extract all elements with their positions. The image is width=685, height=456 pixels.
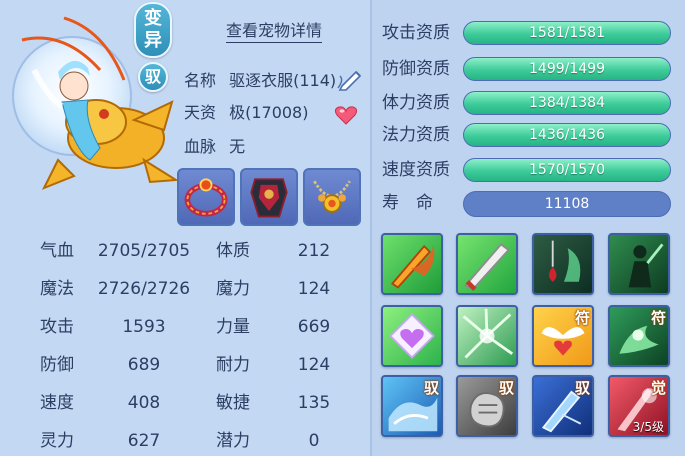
quality-value-attack: 1581/1581 — [529, 25, 605, 41]
stat-value-mp: 2726/2726 — [97, 279, 191, 299]
ring-icon — [184, 178, 228, 217]
stat-label-spirit: 灵力 — [40, 431, 74, 451]
heart-icon[interactable] — [334, 104, 358, 126]
name-value: 驱逐衣服(114) — [229, 71, 337, 90]
life-label: 寿 命 — [382, 193, 433, 213]
skill-slot-5[interactable] — [381, 305, 443, 367]
quality-bar-magic: 1436/1436 — [463, 123, 671, 147]
shadow-warrior-icon — [628, 243, 664, 288]
equip-slot-1[interactable] — [177, 168, 235, 226]
name-label: 名称 — [184, 71, 217, 90]
stat-label-magic: 魔力 — [216, 279, 250, 299]
stat-label-strength: 力量 — [216, 317, 250, 337]
edit-name-icon[interactable] — [336, 66, 366, 92]
pet-talent-row: 天资 极(17008) — [184, 102, 308, 124]
stat-label-attack: 攻击 — [40, 317, 74, 337]
skill-slot-1[interactable] — [381, 233, 443, 295]
panel-divider — [370, 0, 372, 456]
talent-value: 极(17008) — [229, 103, 309, 122]
skill-slot-9[interactable]: 驭 — [381, 375, 443, 437]
heart-shield-icon — [389, 313, 435, 359]
pet-name-row: 名称 驱逐衣服(114) — [184, 70, 336, 92]
stat-label-hp: 气血 — [40, 241, 74, 261]
quality-label-defense: 防御资质 — [382, 59, 450, 79]
skill-slot-3[interactable] — [532, 233, 594, 295]
equip-slot-3[interactable] — [303, 168, 361, 226]
skill-tag: 驭 — [574, 379, 590, 397]
stat-label-potential: 潜力 — [216, 431, 250, 451]
sword-slash-icon — [463, 243, 510, 291]
quality-value-defense: 1499/1499 — [529, 61, 605, 77]
skill-slot-7[interactable]: 符 — [532, 305, 594, 367]
stat-value-strength: 669 — [297, 317, 331, 337]
quality-label-stamina: 体力资质 — [382, 93, 450, 113]
stat-label-constitution: 体质 — [216, 241, 250, 261]
skill-slot-10[interactable]: 驭 — [456, 375, 518, 437]
stat-value-magic: 124 — [297, 279, 331, 299]
green-burst-icon — [462, 308, 514, 359]
skill-slot-4[interactable] — [608, 233, 670, 295]
quality-bar-defense: 1499/1499 — [463, 57, 671, 81]
skill-slot-6[interactable] — [456, 305, 518, 367]
skill-slot-11[interactable]: 驭 — [532, 375, 594, 437]
stat-value-potential: 0 — [308, 431, 320, 451]
stat-value-spirit: 627 — [127, 431, 161, 451]
armor-icon — [250, 178, 288, 218]
quality-value-speed: 1570/1570 — [529, 162, 605, 178]
stat-value-attack: 1593 — [122, 317, 166, 337]
skill-slot-2[interactable] — [456, 233, 518, 295]
stat-label-endurance: 耐力 — [216, 355, 250, 375]
blood-value: 无 — [229, 137, 246, 156]
stat-label-mp: 魔法 — [40, 279, 74, 299]
variant-badge: 变异 — [134, 2, 172, 58]
skill-tag: 驭 — [423, 379, 439, 397]
stat-label-agility: 敏捷 — [216, 393, 250, 413]
view-pet-details-link[interactable]: 查看宠物详情 — [226, 20, 323, 43]
quality-value-stamina: 1384/1384 — [529, 95, 605, 111]
skill-slot-12[interactable]: 觉 3/5级 — [608, 375, 670, 437]
skill-tag: 符 — [574, 309, 590, 327]
skill-tag: 觉 — [650, 379, 666, 397]
life-value: 11108 — [463, 191, 671, 217]
skill-level: 3/5级 — [632, 420, 664, 434]
stat-value-defense: 689 — [127, 355, 161, 375]
skill-slot-8[interactable]: 符 — [608, 305, 670, 367]
quality-bar-stamina: 1384/1384 — [463, 91, 671, 115]
stat-value-agility: 135 — [297, 393, 331, 413]
skill-tag: 驭 — [498, 379, 514, 397]
blood-drop-icon — [548, 240, 581, 282]
stat-label-defense: 防御 — [40, 355, 74, 375]
pet-blood-row: 血脉 无 — [184, 136, 245, 158]
quality-label-magic: 法力资质 — [382, 125, 450, 145]
stat-value-constitution: 212 — [297, 241, 331, 261]
equip-slot-2[interactable] — [240, 168, 298, 226]
quality-bar-speed: 1570/1570 — [463, 158, 671, 182]
ride-badge: 驭 — [138, 62, 168, 92]
quality-value-magic: 1436/1436 — [529, 127, 605, 143]
stat-value-hp: 2705/2705 — [97, 241, 191, 261]
talent-label: 天资 — [184, 103, 217, 122]
blood-label: 血脉 — [184, 137, 217, 156]
stat-value-speed: 408 — [127, 393, 161, 413]
quality-label-attack: 攻击资质 — [382, 23, 450, 43]
quality-bar-attack: 1581/1581 — [463, 21, 671, 45]
necklace-icon — [313, 180, 351, 213]
flame-sword-icon — [390, 244, 435, 289]
quality-label-speed: 速度资质 — [382, 160, 450, 180]
skill-tag: 符 — [650, 309, 666, 327]
stat-label-speed: 速度 — [40, 393, 74, 413]
stat-value-endurance: 124 — [297, 355, 331, 375]
